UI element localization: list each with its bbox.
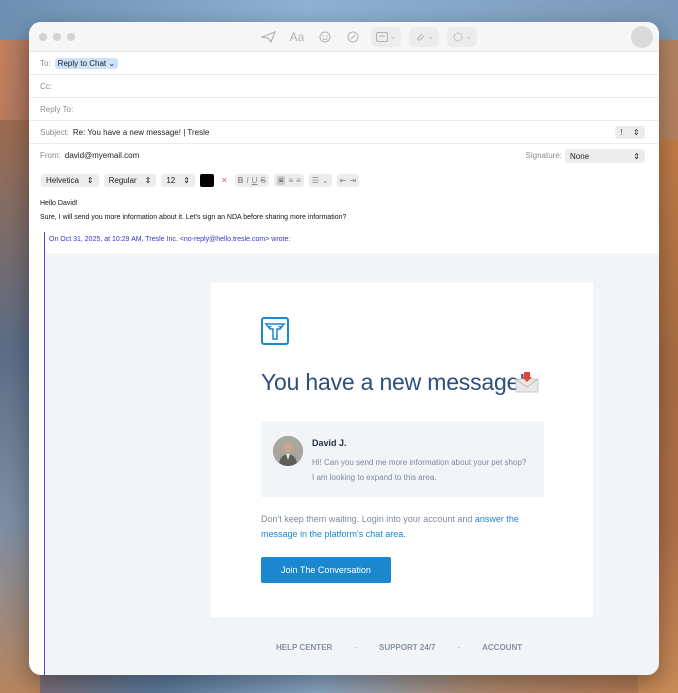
font-family-select[interactable]: Helvetica ⇕ bbox=[41, 173, 99, 187]
chevron-down-icon: ⌄ bbox=[465, 34, 472, 41]
format-bar: Helvetica ⇕ Regular ⇕ 12 ⇕ ✕ B I U S ≡ ≡ ≡ … bbox=[29, 167, 659, 193]
indent-increase-icon[interactable]: ⇥ bbox=[349, 176, 356, 185]
to-field[interactable]: To: Reply to Chat ⌄ bbox=[29, 52, 659, 75]
tresle-logo bbox=[261, 317, 289, 345]
footer-separator: · bbox=[457, 643, 461, 652]
text-color-swatch[interactable] bbox=[199, 173, 214, 187]
header-fields-menu[interactable]: ⌄ bbox=[371, 27, 401, 47]
strikethrough-button[interactable]: S bbox=[260, 176, 265, 185]
align-right-icon[interactable]: ≡ bbox=[296, 176, 301, 185]
account-avatar[interactable] bbox=[631, 26, 653, 48]
markup-icon[interactable] bbox=[343, 27, 363, 47]
updown-chevron-icon: ⇕ bbox=[86, 175, 94, 185]
photo-browser-menu[interactable]: ⌄ bbox=[446, 27, 477, 47]
recipient-token-label: Reply to Chat bbox=[57, 58, 107, 68]
subject-value[interactable]: Re: You have a new message! | Tresle bbox=[73, 128, 209, 137]
footer-link-support[interactable]: SUPPORT 24/7 bbox=[379, 643, 435, 652]
indent-decrease-icon[interactable]: ⇤ bbox=[340, 176, 347, 185]
subject-label: Subject: bbox=[40, 127, 69, 137]
footer-link-account[interactable]: ACCOUNT bbox=[482, 643, 522, 652]
underline-button[interactable]: U bbox=[252, 176, 258, 185]
italic-button[interactable]: I bbox=[246, 176, 248, 185]
send-icon[interactable] bbox=[259, 27, 279, 47]
message-preview: David J. Hi! Can you send me more inform… bbox=[261, 421, 544, 497]
email-headline: You have a new message! bbox=[261, 369, 526, 395]
alignment-group: ≡ ≡ ≡ bbox=[273, 173, 304, 187]
email-card: You have a new message! David J. Hi! Can… bbox=[211, 283, 593, 617]
compose-toolbar: Aa ⌄ ⌄ ⌄ bbox=[259, 27, 477, 47]
from-field[interactable]: From: david@myemail.com Signature: None … bbox=[29, 144, 659, 167]
cc-field[interactable]: Cc: bbox=[29, 75, 659, 98]
emoji-icon[interactable] bbox=[315, 27, 335, 47]
footer-separator: · bbox=[354, 643, 357, 652]
greeting-line: Hello David! bbox=[40, 200, 78, 207]
font-style-select[interactable]: Regular ⇕ bbox=[103, 173, 157, 187]
text-style-group: B I U S bbox=[234, 173, 269, 187]
attachment-menu[interactable]: ⌄ bbox=[408, 27, 439, 47]
font-family-value: Helvetica bbox=[46, 175, 79, 185]
reply-line: Sure, I will send you more information a… bbox=[40, 214, 347, 221]
paperclip-icon bbox=[416, 33, 425, 41]
priority-value: ! bbox=[620, 128, 623, 137]
minimize-window-button[interactable] bbox=[53, 33, 61, 41]
quote-attribution: On Oct 31, 2025, at 10:29 AM, Tresle Inc… bbox=[45, 232, 659, 253]
font-style-value: Regular bbox=[108, 175, 137, 185]
from-value[interactable]: david@myemail.com bbox=[65, 151, 139, 160]
quoted-email-background: You have a new message! David J. Hi! Can… bbox=[46, 253, 659, 675]
font-size-select[interactable]: 12 ⇕ bbox=[161, 173, 195, 187]
join-conversation-button[interactable]: Join The Conversation bbox=[261, 557, 391, 583]
clear-color-icon[interactable]: ✕ bbox=[219, 176, 230, 185]
chevron-down-icon: ⌄ bbox=[390, 34, 396, 41]
recipient-token[interactable]: Reply to Chat ⌄ bbox=[54, 57, 119, 69]
signature-label: Signature: bbox=[525, 151, 562, 160]
chevron-down-icon: ⌄ bbox=[321, 175, 329, 185]
subject-field[interactable]: Subject: Re: You have a new message! | T… bbox=[29, 121, 659, 144]
signature-select[interactable]: None ⇕ bbox=[565, 149, 645, 163]
email-footer-links: HELP CENTER · SUPPORT 24/7 · ACCOUNT bbox=[276, 643, 522, 652]
chevron-down-icon: ⌄ bbox=[427, 34, 434, 41]
updown-chevron-icon: ⇕ bbox=[633, 128, 640, 137]
from-label: From: bbox=[40, 151, 61, 160]
updown-chevron-icon: ⇕ bbox=[144, 175, 152, 185]
close-window-button[interactable] bbox=[39, 33, 47, 41]
zoom-window-button[interactable] bbox=[67, 33, 75, 41]
format-text-icon[interactable]: Aa bbox=[287, 27, 307, 47]
window-controls bbox=[39, 33, 75, 41]
quoted-message: On Oct 31, 2025, at 10:29 AM, Tresle Inc… bbox=[44, 232, 659, 675]
indent-group: ⇤ ⇥ bbox=[336, 173, 360, 187]
message-body[interactable]: Hello David! Sure, I will send you more … bbox=[29, 193, 659, 223]
signature-value: None bbox=[570, 151, 590, 161]
sender-message: Hi! Can you send me more information abo… bbox=[312, 458, 527, 482]
list-menu[interactable]: ☰ ⌄ bbox=[308, 173, 332, 187]
font-size-value: 12 bbox=[166, 175, 176, 185]
header-fields-icon bbox=[376, 32, 388, 42]
reply-to-label: Reply To: bbox=[40, 104, 74, 114]
envelope-icon bbox=[515, 371, 539, 398]
chevron-down-icon: ⌄ bbox=[108, 58, 116, 68]
updown-chevron-icon: ⇕ bbox=[183, 175, 190, 185]
sender-name: David J. bbox=[312, 438, 347, 448]
cc-label: Cc: bbox=[40, 81, 52, 91]
footer-link-help-center[interactable]: HELP CENTER bbox=[276, 643, 332, 652]
bullet-list-icon: ☰ bbox=[311, 175, 319, 185]
cta-prefix: Don't keep them waiting. Login into your… bbox=[261, 514, 475, 524]
bold-button[interactable]: B bbox=[238, 176, 244, 185]
updown-chevron-icon: ⇕ bbox=[633, 151, 640, 161]
photo-icon bbox=[453, 32, 463, 42]
title-bar: Aa ⌄ ⌄ ⌄ bbox=[29, 22, 659, 52]
sender-avatar bbox=[273, 436, 303, 466]
mail-compose-window: Aa ⌄ ⌄ ⌄ To: Reply to Chat ⌄ Cc: Reply T… bbox=[29, 22, 659, 675]
reply-to-field[interactable]: Reply To: bbox=[29, 98, 659, 121]
priority-select[interactable]: ! ⇕ bbox=[615, 126, 645, 139]
cta-paragraph: Don't keep them waiting. Login into your… bbox=[261, 512, 551, 542]
align-center-icon[interactable]: ≡ bbox=[288, 176, 293, 185]
align-left-icon[interactable]: ≡ bbox=[276, 175, 286, 185]
to-label: To: bbox=[40, 58, 51, 68]
